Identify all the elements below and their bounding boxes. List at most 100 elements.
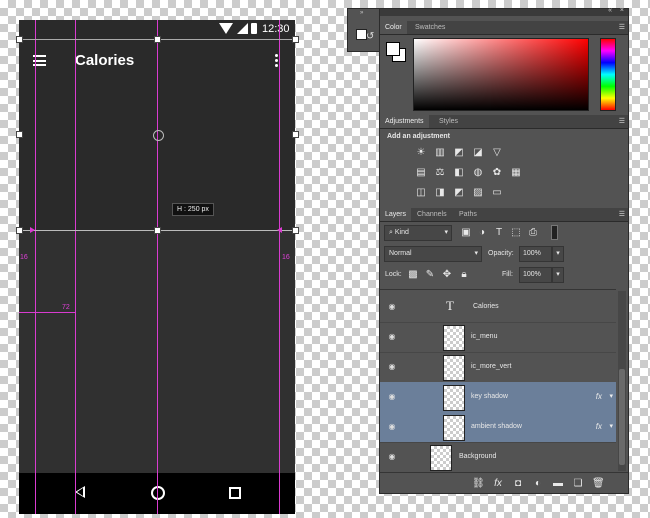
- layer-thumbnail: [443, 355, 465, 381]
- exposure-icon[interactable]: ◪: [472, 147, 484, 158]
- fill-input[interactable]: 100%: [519, 267, 552, 283]
- more-vert-icon[interactable]: [275, 54, 278, 67]
- collapse-icon[interactable]: »: [360, 10, 363, 16]
- collapse-panels-icon[interactable]: «: [608, 7, 612, 14]
- transform-handle[interactable]: [154, 36, 161, 43]
- tab-channels[interactable]: Channels: [412, 208, 452, 221]
- vibrance-icon[interactable]: ▽: [491, 147, 503, 158]
- blend-mode-select[interactable]: Normal ▾: [384, 246, 482, 262]
- tab-layers[interactable]: Layers: [380, 208, 412, 221]
- transform-handle[interactable]: [154, 227, 161, 234]
- back-icon-inner: [77, 488, 83, 496]
- filter-kind-select[interactable]: ⌕ Kind ▾: [384, 225, 452, 241]
- chevron-down-icon[interactable]: ▾: [609, 392, 613, 400]
- opacity-input[interactable]: 100%: [519, 246, 552, 262]
- layer-row-key-shadow[interactable]: ◉ key shadow fx ▾: [380, 382, 616, 413]
- opacity-dropdown[interactable]: ▾: [552, 246, 564, 262]
- link-layers-icon[interactable]: ⛓: [472, 478, 485, 489]
- color-lookup-icon[interactable]: ▦: [510, 167, 522, 178]
- panel-menu-icon[interactable]: ☰: [619, 117, 625, 125]
- gradient-map-icon[interactable]: ▭: [491, 187, 503, 198]
- transform-handle[interactable]: [16, 36, 23, 43]
- tab-styles[interactable]: Styles: [434, 115, 463, 128]
- levels-icon[interactable]: ▥: [434, 147, 446, 158]
- selective-color-icon[interactable]: ▨: [472, 187, 484, 198]
- chevron-down-icon[interactable]: ▾: [609, 422, 613, 430]
- visibility-eye-icon[interactable]: ◉: [387, 362, 397, 372]
- transform-handle[interactable]: [16, 131, 23, 138]
- layer-row-ic-more-vert[interactable]: ◉ ic_more_vert: [380, 352, 616, 383]
- transform-handle[interactable]: [292, 227, 299, 234]
- layers-footer: ⛓ fx ◘ ◐ ▬ ❏ 🗑︎: [380, 472, 628, 494]
- filter-smart-icon[interactable]: ⎙: [527, 227, 539, 238]
- color-spectrum[interactable]: [413, 38, 589, 111]
- close-panels-icon[interactable]: ×: [620, 7, 624, 14]
- lock-move-icon[interactable]: ✥: [441, 269, 453, 280]
- lock-all-icon[interactable]: 🔒︎: [458, 269, 470, 280]
- new-group-icon[interactable]: ▬: [552, 478, 564, 489]
- photo-filter-icon[interactable]: ◍: [472, 167, 484, 178]
- tab-adjustments[interactable]: Adjustments: [380, 115, 429, 128]
- black-white-icon[interactable]: ◧: [453, 167, 465, 178]
- visibility-eye-icon[interactable]: ◉: [387, 452, 397, 462]
- panel-menu-icon[interactable]: ☰: [619, 210, 625, 218]
- filter-type-icon[interactable]: T: [493, 227, 505, 238]
- search-icon: ⌕: [389, 229, 393, 236]
- measure-right: 16: [282, 254, 290, 261]
- filter-adjustment-icon[interactable]: ◑: [476, 227, 488, 238]
- visibility-eye-icon[interactable]: ◉: [387, 392, 397, 402]
- filter-shape-icon[interactable]: ⬚: [510, 227, 522, 238]
- layer-row-background[interactable]: ◉ Background: [380, 442, 616, 472]
- layer-effects-icon[interactable]: fx: [596, 392, 602, 401]
- filter-toggle[interactable]: [551, 225, 558, 240]
- layer-thumbnail: [443, 415, 465, 441]
- layer-row-calories[interactable]: ◉ T Calories: [380, 292, 616, 323]
- new-adjustment-icon[interactable]: ◐: [532, 478, 544, 489]
- lock-transparency-icon[interactable]: ▩: [407, 269, 419, 280]
- history-icon[interactable]: ↺: [366, 31, 374, 42]
- layers-scrollbar[interactable]: [618, 291, 626, 471]
- filter-pixel-icon[interactable]: ▣: [460, 227, 472, 238]
- color-balance-icon[interactable]: ⚖: [434, 167, 446, 178]
- channel-mixer-icon[interactable]: ✿: [491, 167, 503, 178]
- home-icon[interactable]: [151, 486, 165, 500]
- tab-paths[interactable]: Paths: [454, 208, 482, 221]
- visibility-eye-icon[interactable]: ◉: [387, 332, 397, 342]
- transform-handle[interactable]: [292, 36, 299, 43]
- scrollbar-thumb[interactable]: [619, 369, 625, 465]
- threshold-icon[interactable]: ◩: [453, 187, 465, 198]
- delete-layer-icon[interactable]: 🗑︎: [592, 478, 605, 489]
- new-layer-icon[interactable]: ❏: [572, 478, 584, 489]
- transform-handle[interactable]: [16, 227, 23, 234]
- posterize-icon[interactable]: ◨: [434, 187, 446, 198]
- toolbar-title: Calories: [75, 52, 135, 69]
- fg-color-swatch[interactable]: [386, 42, 400, 56]
- transform-handle[interactable]: [292, 131, 299, 138]
- lock-paint-icon[interactable]: ✎: [424, 269, 436, 280]
- layer-name: ic_menu: [471, 333, 498, 340]
- tooltip-prefix: H :: [177, 206, 186, 213]
- curves-icon[interactable]: ◩: [453, 147, 465, 158]
- tooltip-value: 250 px: [187, 206, 209, 213]
- measure-left: 16: [20, 254, 28, 261]
- tab-swatches[interactable]: Swatches: [410, 21, 450, 34]
- recents-icon[interactable]: [229, 487, 241, 499]
- tab-color[interactable]: Color: [380, 21, 407, 34]
- fx-icon[interactable]: fx: [492, 478, 504, 489]
- layer-row-ambient-shadow[interactable]: ◉ ambient shadow fx ▾: [380, 412, 616, 443]
- visibility-eye-icon[interactable]: ◉: [387, 302, 397, 312]
- visibility-eye-icon[interactable]: ◉: [387, 422, 397, 432]
- panel-menu-icon[interactable]: ☰: [619, 23, 625, 31]
- invert-icon[interactable]: ◫: [415, 187, 427, 198]
- crosshair-icon: [153, 130, 164, 141]
- hue-slider[interactable]: [600, 38, 616, 111]
- signal-icon: [237, 23, 248, 34]
- layer-effects-icon[interactable]: fx: [596, 422, 602, 431]
- guide-vertical-right: [279, 20, 280, 514]
- layer-row-ic-menu[interactable]: ◉ ic_menu: [380, 322, 616, 353]
- brightness-icon[interactable]: ☀: [415, 147, 427, 158]
- battery-icon: [251, 23, 257, 34]
- hue-saturation-icon[interactable]: ▤: [415, 167, 427, 178]
- layer-mask-icon[interactable]: ◘: [512, 478, 524, 489]
- fill-dropdown[interactable]: ▾: [552, 267, 564, 283]
